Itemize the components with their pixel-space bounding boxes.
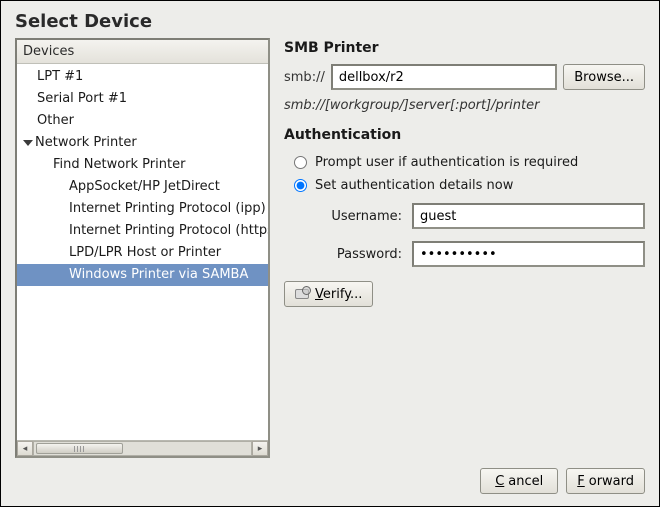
select-device-dialog: Select Device Devices LPT #1 Serial Port… xyxy=(0,0,660,507)
dialog-body: Devices LPT #1 Serial Port #1 Other Netw… xyxy=(1,38,659,468)
device-find-network-printer[interactable]: Find Network Printer xyxy=(17,154,268,176)
devices-tree-frame: Devices LPT #1 Serial Port #1 Other Netw… xyxy=(15,38,270,458)
scroll-right-button[interactable]: ▸ xyxy=(252,441,268,456)
device-serial[interactable]: Serial Port #1 xyxy=(17,88,268,110)
smb-uri-row: smb:// Browse... xyxy=(284,64,645,90)
password-input[interactable] xyxy=(412,241,645,267)
device-lpd[interactable]: LPD/LPR Host or Printer xyxy=(17,242,268,264)
cancel-button[interactable]: Cancel xyxy=(480,468,558,494)
device-windows-samba[interactable]: Windows Printer via SAMBA xyxy=(17,264,268,286)
device-network-printer-group[interactable]: Network Printer xyxy=(17,132,268,154)
password-label: Password: xyxy=(320,247,402,262)
dialog-footer: Cancel Forward xyxy=(1,468,659,506)
username-row: Username: xyxy=(320,203,645,229)
auth-option-prompt[interactable]: Prompt user if authentication is require… xyxy=(294,155,645,170)
smb-uri-input[interactable] xyxy=(331,64,557,90)
dialog-title: Select Device xyxy=(1,1,659,38)
smb-prefix: smb:// xyxy=(284,70,325,85)
device-appsocket[interactable]: AppSocket/HP JetDirect xyxy=(17,176,268,198)
chevron-down-icon[interactable] xyxy=(23,138,33,148)
username-label: Username: xyxy=(320,209,402,224)
auth-option-set-now[interactable]: Set authentication details now xyxy=(294,178,645,193)
verify-button[interactable]: Verify... xyxy=(284,281,373,307)
horizontal-scrollbar[interactable]: ◂ ▸ xyxy=(17,440,268,456)
authentication-heading: Authentication xyxy=(284,127,645,143)
username-input[interactable] xyxy=(412,203,645,229)
device-other[interactable]: Other xyxy=(17,110,268,132)
verify-row: Verify... xyxy=(284,281,645,307)
scroll-thumb[interactable] xyxy=(36,443,123,454)
device-ipps[interactable]: Internet Printing Protocol (https) xyxy=(17,220,268,242)
smb-uri-hint: smb://[workgroup/]server[:port]/printer xyxy=(284,98,645,113)
devices-panel: Devices LPT #1 Serial Port #1 Other Netw… xyxy=(15,38,270,458)
password-row: Password: xyxy=(320,241,645,267)
auth-radio-prompt[interactable] xyxy=(294,156,307,169)
verify-icon xyxy=(295,287,311,301)
devices-column-header[interactable]: Devices xyxy=(17,40,268,64)
device-ipp[interactable]: Internet Printing Protocol (ipp) xyxy=(17,198,268,220)
auth-radio-set-now[interactable] xyxy=(294,179,307,192)
smb-printer-heading: SMB Printer xyxy=(284,40,645,56)
scroll-left-button[interactable]: ◂ xyxy=(17,441,33,456)
scroll-track[interactable] xyxy=(33,441,252,456)
forward-button[interactable]: Forward xyxy=(566,468,645,494)
settings-panel: SMB Printer smb:// Browse... smb://[work… xyxy=(284,38,645,458)
devices-tree[interactable]: LPT #1 Serial Port #1 Other Network Prin… xyxy=(17,64,268,440)
device-lpt[interactable]: LPT #1 xyxy=(17,66,268,88)
browse-button[interactable]: Browse... xyxy=(563,64,645,90)
